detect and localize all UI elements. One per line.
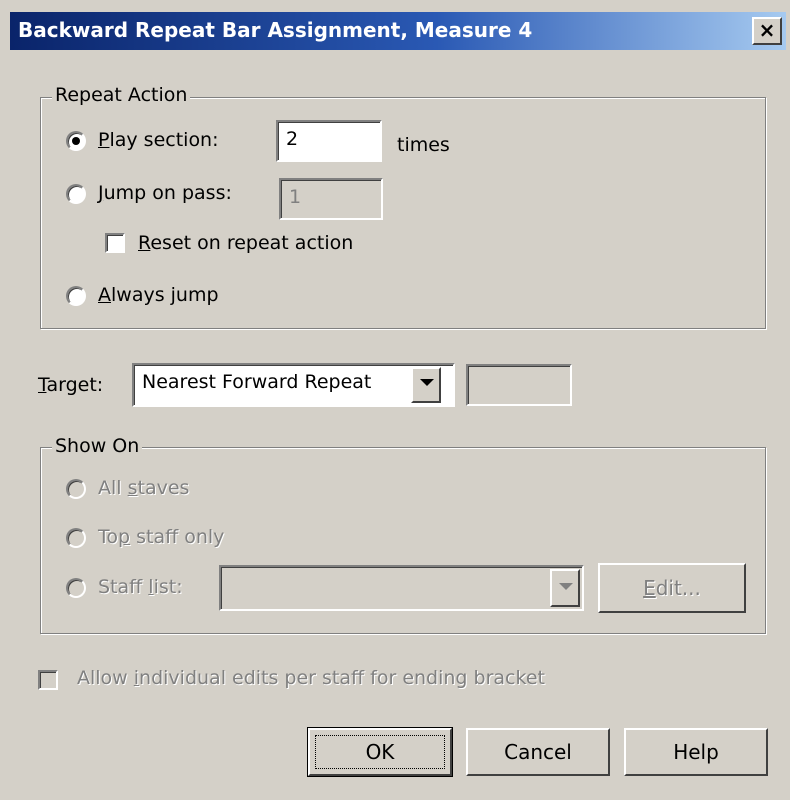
jump-on-pass-input[interactable]: 1 xyxy=(279,178,383,220)
target-select[interactable]: Nearest Forward Repeat xyxy=(132,363,455,407)
chevron-down-icon xyxy=(559,583,573,590)
repeat-action-legend: Repeat Action xyxy=(52,84,191,106)
staff-list-radio[interactable] xyxy=(66,578,86,598)
jump-on-pass-radio[interactable] xyxy=(66,184,86,204)
close-button[interactable]: × xyxy=(752,17,782,45)
help-button[interactable]: Help xyxy=(624,728,768,776)
show-on-legend: Show On xyxy=(52,435,143,457)
times-label: times xyxy=(397,134,450,156)
top-staff-only-radio[interactable] xyxy=(66,528,86,548)
top-staff-only-label[interactable]: Top staff only xyxy=(98,526,224,548)
target-label: Target: xyxy=(38,374,104,396)
title-bar: Backward Repeat Bar Assignment, Measure … xyxy=(0,0,790,70)
play-section-times-input[interactable]: 2 xyxy=(276,120,382,162)
all-staves-label[interactable]: All staves xyxy=(98,477,189,499)
chevron-down-icon xyxy=(420,379,434,386)
cancel-button[interactable]: Cancel xyxy=(466,728,610,776)
staff-list-dropdown-button[interactable] xyxy=(550,569,580,607)
edit-button[interactable]: Edit... xyxy=(598,563,746,613)
staff-list-select[interactable] xyxy=(219,565,584,611)
reset-on-repeat-checkbox[interactable] xyxy=(105,233,125,253)
radio-selected-dot xyxy=(72,137,80,145)
close-icon: × xyxy=(758,18,776,42)
play-section-label[interactable]: Play section: xyxy=(98,129,219,151)
ok-button[interactable]: OK xyxy=(307,727,453,777)
jump-on-pass-label[interactable]: Jump on pass: xyxy=(98,182,232,204)
all-staves-radio[interactable] xyxy=(66,479,86,499)
target-extra-field xyxy=(466,364,572,406)
allow-individual-edits-checkbox[interactable] xyxy=(38,670,58,690)
dialog-title: Backward Repeat Bar Assignment, Measure … xyxy=(18,18,533,42)
staff-list-label[interactable]: Staff list: xyxy=(98,576,183,598)
target-dropdown-button[interactable] xyxy=(411,367,441,403)
always-jump-radio[interactable] xyxy=(66,286,86,306)
play-section-radio[interactable] xyxy=(66,131,86,151)
reset-on-repeat-label[interactable]: Reset on repeat action xyxy=(138,232,353,254)
allow-individual-edits-label[interactable]: Allow individual edits per staff for end… xyxy=(77,667,545,689)
always-jump-label[interactable]: Always jump xyxy=(98,284,219,306)
